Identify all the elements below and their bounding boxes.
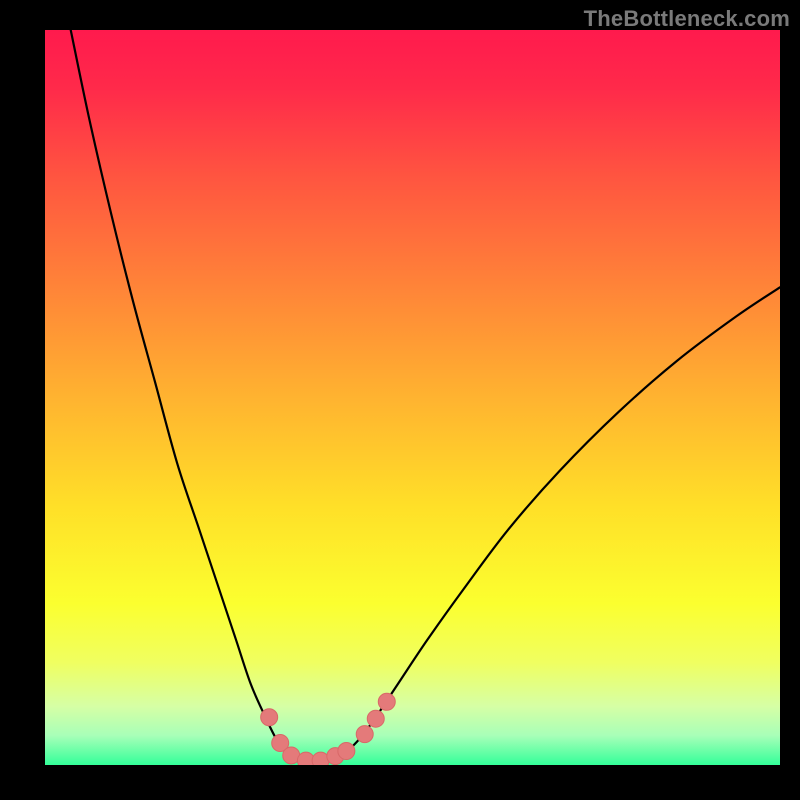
curve-marker: [261, 709, 278, 726]
watermark-label: TheBottleneck.com: [584, 6, 790, 32]
chart-frame: TheBottleneck.com: [0, 0, 800, 800]
curve-marker: [338, 743, 355, 760]
curve-marker: [378, 693, 395, 710]
bottleneck-chart: [0, 0, 800, 800]
curve-marker: [367, 710, 384, 727]
plot-background: [45, 30, 780, 765]
curve-marker: [356, 726, 373, 743]
